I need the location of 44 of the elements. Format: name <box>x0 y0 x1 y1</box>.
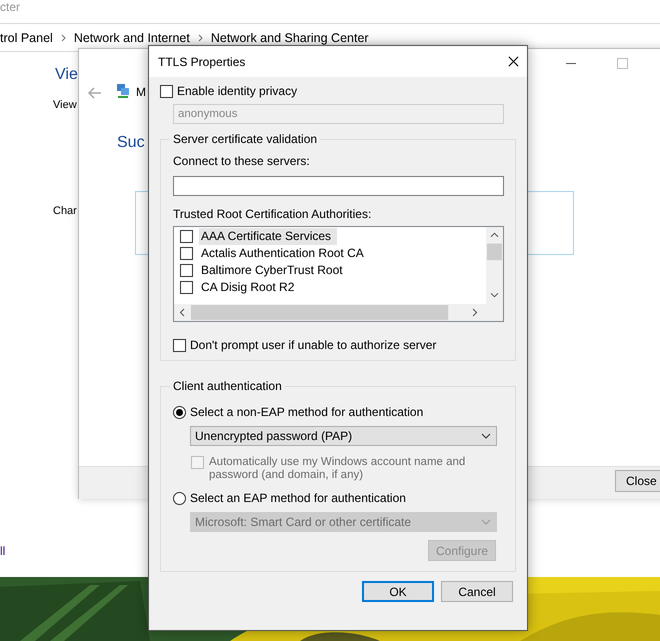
field-label: Connect to these servers: <box>173 154 311 168</box>
checkbox[interactable] <box>180 281 193 294</box>
dialog-title: TTLS Properties <box>158 54 246 68</box>
checkbox[interactable] <box>180 264 193 277</box>
breadcrumb-item[interactable]: Network and Internet <box>74 30 190 44</box>
list-label: Trusted Root Certification Authorities: <box>173 207 372 221</box>
checkbox-label: Automatically use my Windows account name and password (and domain, if any) <box>209 456 466 482</box>
group-title: Server certificate validation <box>172 132 318 146</box>
dialog-button[interactable]: OK <box>362 581 434 602</box>
close-icon[interactable] <box>508 56 519 67</box>
checkbox-label: Don't prompt user if unable to authorize server <box>190 338 436 352</box>
close-button[interactable]: Close <box>615 470 660 492</box>
network-icon <box>115 83 131 99</box>
scrollbar[interactable] <box>174 304 503 321</box>
dialog-button[interactable]: Cancel <box>441 581 513 602</box>
wizard-heading: Suc <box>117 134 145 152</box>
radio-button[interactable] <box>173 406 186 418</box>
radio-button[interactable] <box>173 492 186 504</box>
checkbox[interactable] <box>180 230 193 243</box>
scrollbar[interactable] <box>486 227 503 305</box>
radio-label: Select an EAP method for authentication <box>190 491 406 505</box>
window-title: M <box>136 85 146 99</box>
breadcrumb-item[interactable]: Network and Sharing Center <box>210 30 369 44</box>
page-text: View <box>53 99 77 111</box>
radio-label: Select a non-EAP method for authentication <box>190 405 424 419</box>
checkbox[interactable] <box>173 338 186 352</box>
breadcrumb-item[interactable]: trol Panel <box>0 30 53 44</box>
method-dropdown[interactable]: Unencrypted password (PAP) <box>190 426 497 446</box>
list-item[interactable]: CA Disig Root R2 <box>199 279 300 296</box>
chevron-icon <box>481 519 491 525</box>
page-heading: Vie <box>55 66 78 84</box>
list-item[interactable]: AAA Certificate Services <box>199 228 338 245</box>
checkbox[interactable] <box>180 247 193 260</box>
servers-field[interactable] <box>173 176 504 196</box>
checkbox-label: Enable identity privacy <box>177 84 298 98</box>
window-title: cter <box>0 0 20 14</box>
group-title: Client authentication <box>172 379 283 393</box>
chevron-icon <box>198 34 203 42</box>
page-text: Char <box>53 205 77 217</box>
list-item[interactable]: Actalis Authentication Root CA <box>199 245 370 262</box>
chevron-icon <box>60 34 66 42</box>
link[interactable]: ll <box>0 544 6 558</box>
chevron-icon <box>481 433 491 439</box>
list-item[interactable]: Baltimore CyberTrust Root <box>199 262 349 279</box>
